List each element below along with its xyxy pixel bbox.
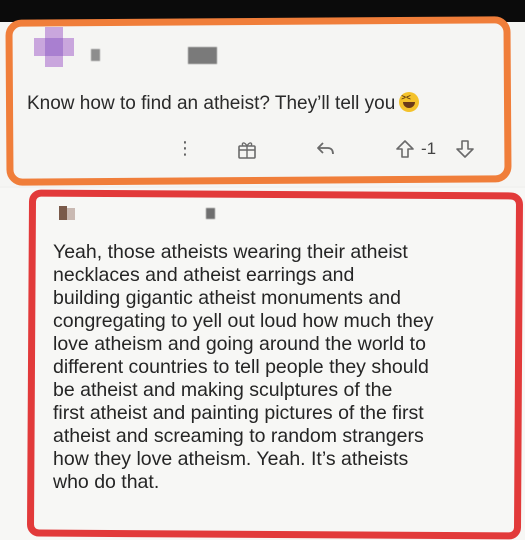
- orange-highlight-frame: [5, 16, 512, 186]
- red-highlight-frame: [26, 189, 524, 540]
